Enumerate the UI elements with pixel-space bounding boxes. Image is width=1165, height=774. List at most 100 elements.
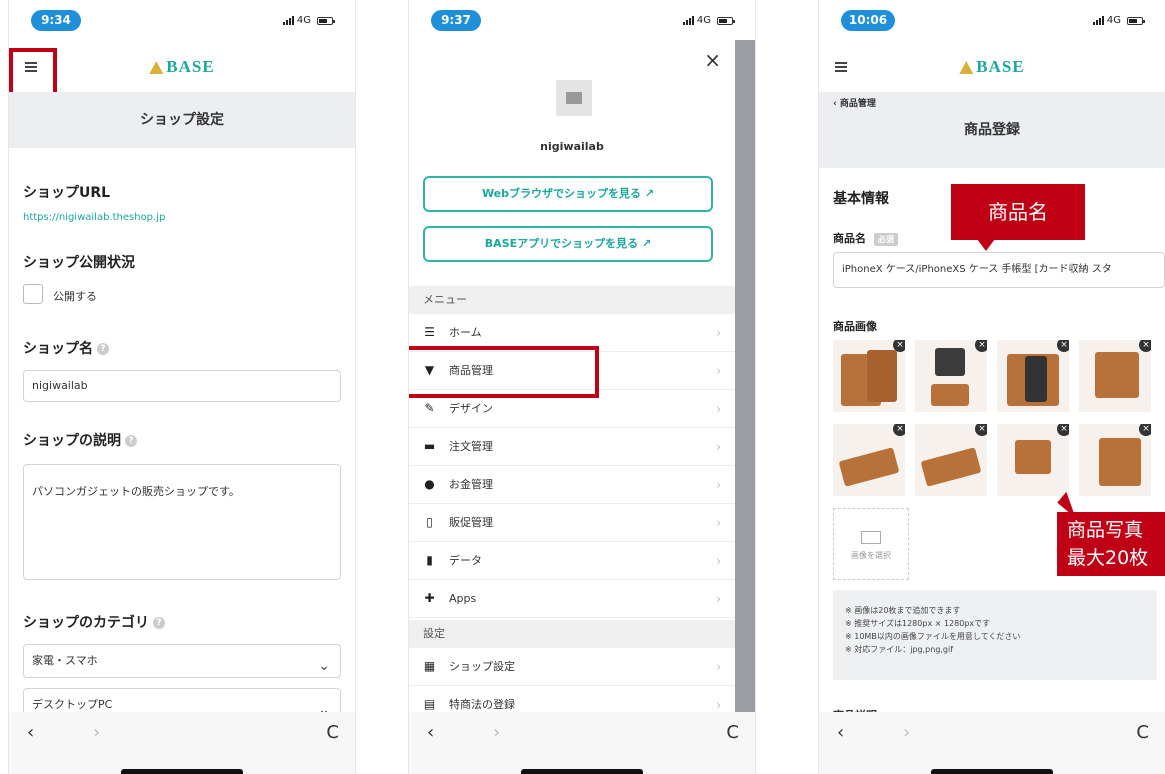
remove-image-icon[interactable]: × [975, 340, 987, 352]
base-logo: BASE [959, 57, 1024, 77]
browser-toolbar: ‹ › C [409, 712, 755, 774]
chevron-right-icon: › [716, 440, 721, 454]
reload-icon[interactable]: C [726, 722, 739, 743]
product-thumbnail[interactable]: × [915, 340, 987, 412]
menu-item-orders[interactable]: ▬ 注文管理 › [409, 428, 735, 466]
publish-checkbox[interactable] [23, 284, 43, 304]
remove-image-icon[interactable]: × [893, 424, 905, 436]
chevron-right-icon: › [716, 554, 721, 568]
publish-checkbox-label: 公開する [53, 290, 97, 303]
menu-item-apps[interactable]: ✚ Apps › [409, 580, 735, 618]
shop-url-link[interactable]: https://nigiwailab.theshop.jp [23, 212, 165, 223]
chevron-right-icon: › [716, 364, 721, 378]
shop-name-input[interactable]: nigiwailab [23, 370, 341, 402]
status-bar: 9:34 4G [9, 0, 355, 40]
battery-icon [1127, 16, 1145, 25]
chevron-right-icon: › [716, 516, 721, 530]
forward-icon[interactable]: › [903, 722, 910, 743]
view-in-browser-button[interactable]: Webブラウザでショップを見る ↗ [423, 176, 713, 212]
back-icon[interactable]: ‹ [837, 722, 844, 743]
help-icon[interactable]: ? [153, 617, 165, 629]
shop-description-label-text: ショップの説明 [23, 433, 121, 449]
phone-screen-product-register: 10:06 4G BASE 商品登録 ‹ 商品管理 基本情報 商品名 必須 iP… [818, 0, 1165, 774]
forward-icon[interactable]: › [493, 722, 500, 743]
battery-icon [317, 16, 335, 25]
menu-item-shop-settings[interactable]: ▦ ショップ設定 › [409, 648, 735, 686]
page-title: ショップ設定 [9, 92, 355, 148]
product-thumbnail[interactable]: × [1079, 340, 1151, 412]
menu-label: 注文管理 [449, 440, 493, 453]
remove-image-icon[interactable]: × [1139, 340, 1151, 352]
callout-photo-line-1: 商品写真 [1067, 519, 1144, 541]
note-line: ※ 対応ファイル：jpg,png,gif [845, 645, 954, 654]
image-icon [861, 531, 881, 544]
puzzle-icon: ✚ [424, 591, 435, 605]
product-thumbnail[interactable]: × [915, 424, 987, 496]
breadcrumb-label: 商品管理 [839, 99, 876, 109]
product-images-label: 商品画像 [833, 320, 877, 333]
remove-image-icon[interactable]: × [1139, 424, 1151, 436]
chevron-right-icon: › [716, 326, 721, 340]
signal-icon [282, 16, 294, 25]
menu-label: 特商法の登録 [449, 698, 515, 711]
home-indicator [931, 769, 1053, 774]
menu-item-data[interactable]: ▮ データ › [409, 542, 735, 580]
chevron-right-icon: › [716, 660, 721, 674]
network-type: 4G [296, 15, 311, 26]
signal-indicator: 4G [1092, 15, 1145, 26]
menu-label: ショップ設定 [449, 660, 515, 673]
shop-description-label: ショップの説明? [23, 430, 137, 450]
shop-name-label: ショップ名? [23, 338, 109, 358]
publish-status-label: ショップ公開状況 [23, 255, 135, 271]
product-name-input[interactable]: iPhoneX ケース/iPhoneXS ケース 手帳型 [カード収納 スタ [833, 252, 1165, 288]
select-image-label: 画像を選択 [851, 551, 891, 560]
callout-product-name: 商品名 [951, 184, 1085, 240]
logo-text: BASE [976, 57, 1025, 76]
product-thumbnail[interactable]: × [833, 424, 905, 496]
reload-icon[interactable]: C [326, 722, 339, 743]
forward-icon[interactable]: › [93, 722, 100, 743]
remove-image-icon[interactable]: × [975, 424, 987, 436]
image-notes: ※ 画像は20枚まで追加できます ※ 推奨サイズは1280px × 1280px… [833, 590, 1157, 680]
clock: 9:37 [431, 10, 481, 31]
help-icon[interactable]: ? [97, 343, 109, 355]
chevron-left-icon: ‹ [833, 99, 840, 109]
menu-label: ホーム [449, 326, 482, 339]
network-type: 4G [696, 15, 711, 26]
back-icon[interactable]: ‹ [27, 722, 34, 743]
menu-item-promotion[interactable]: ▯ 販促管理 › [409, 504, 735, 542]
logo-text: BASE [166, 57, 215, 76]
product-thumbnail[interactable]: × [833, 340, 905, 412]
product-thumbnail[interactable]: × [1079, 424, 1151, 496]
view-in-app-button[interactable]: BASEアプリでショップを見る ↗ [423, 226, 713, 262]
help-icon[interactable]: ? [125, 435, 137, 447]
category-select-1[interactable]: 家電・スマホ [23, 644, 341, 682]
menu-section-header: メニュー [409, 286, 735, 314]
clock: 9:34 [31, 10, 81, 31]
cart-icon: ▬ [423, 439, 436, 453]
reload-icon[interactable]: C [1136, 722, 1149, 743]
remove-image-icon[interactable]: × [893, 340, 905, 352]
list-icon: ☰ [424, 325, 435, 339]
close-icon[interactable]: × [704, 48, 721, 72]
remove-image-icon[interactable]: × [1057, 424, 1069, 436]
select-image-button[interactable]: 画像を選択 [833, 508, 909, 580]
tablet-icon: ▯ [426, 515, 433, 529]
drawer-shop-name: nigiwailab [540, 140, 604, 153]
remove-image-icon[interactable]: × [1057, 340, 1069, 352]
clock: 10:06 [841, 10, 895, 31]
product-thumbnail[interactable]: × [997, 340, 1069, 412]
status-bar: 10:06 4G [819, 0, 1165, 40]
shop-description-textarea[interactable]: パソコンガジェットの販売ショップです。 [23, 464, 341, 580]
breadcrumb-back[interactable]: ‹ 商品管理 [833, 66, 876, 142]
bar-chart-icon: ▮ [426, 553, 433, 567]
menu-item-money[interactable]: ● お金管理 › [409, 466, 735, 504]
signal-indicator: 4G [282, 15, 335, 26]
basic-info-heading: 基本情報 [833, 191, 889, 207]
background-overlay[interactable] [735, 40, 755, 712]
network-type: 4G [1106, 15, 1121, 26]
app-header: BASE [9, 47, 355, 91]
product-thumbnail[interactable]: × [997, 424, 1069, 496]
back-icon[interactable]: ‹ [427, 722, 434, 743]
chevron-right-icon: › [716, 478, 721, 492]
